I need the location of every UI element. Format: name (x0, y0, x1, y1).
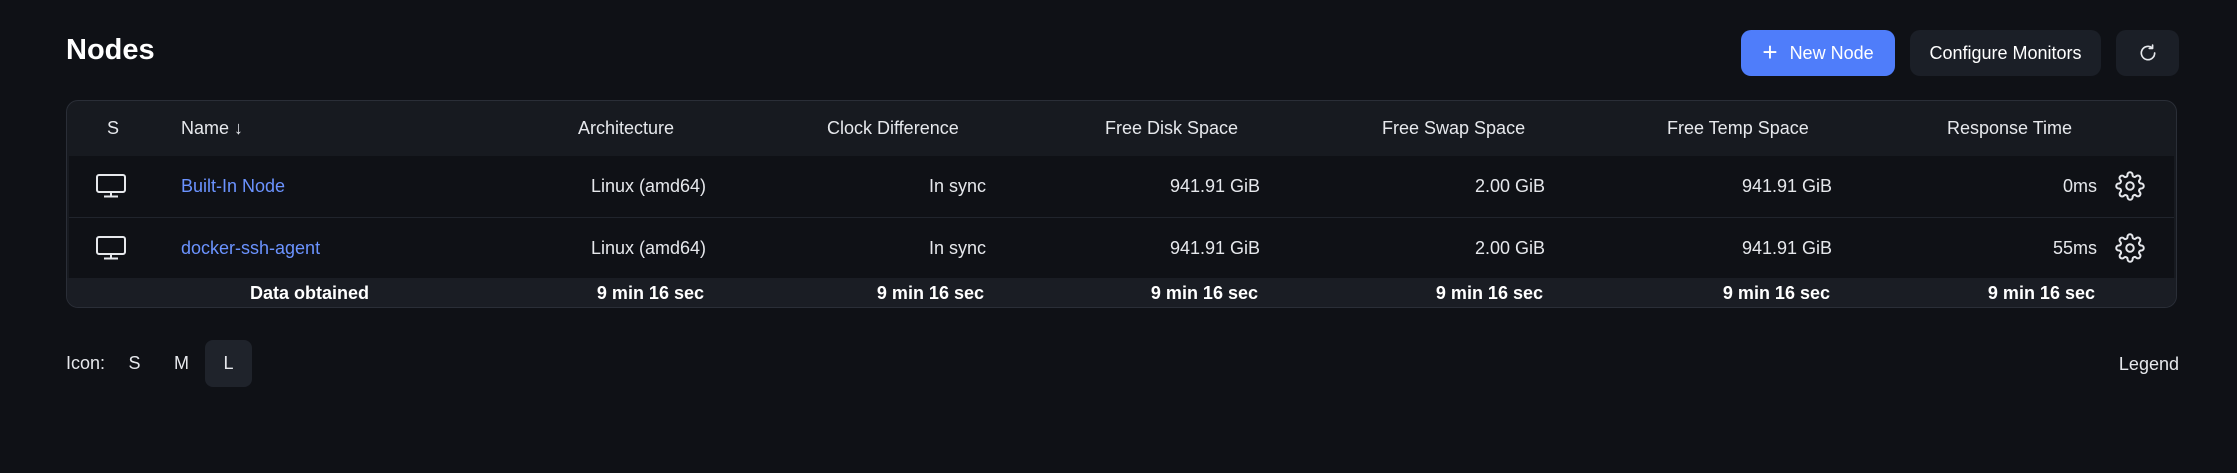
refresh-button[interactable] (2116, 30, 2179, 76)
response-time-cell: 55ms (2052, 238, 2097, 258)
icon-size-m-button[interactable]: M (158, 340, 205, 387)
column-name[interactable]: Name ↓ (181, 118, 243, 139)
table-header: S Name ↓ Architecture Clock Difference F… (67, 101, 2176, 153)
page-title: Nodes (66, 34, 155, 66)
icon-size-label: Icon: (66, 353, 106, 373)
gear-icon[interactable] (2115, 171, 2145, 201)
node-name-link[interactable]: Built-In Node (181, 176, 285, 197)
response-time-cell: 0ms (2062, 176, 2097, 196)
footer-free-swap: 9 min 16 sec (1435, 283, 1543, 303)
icon-size-l-button[interactable]: L (205, 340, 253, 387)
column-free-temp-space[interactable]: Free Temp Space (1667, 118, 1809, 139)
column-response-time[interactable]: Response Time (1947, 118, 2072, 139)
refresh-icon (2140, 44, 2156, 61)
footer-free-temp: 9 min 16 sec (1722, 283, 1830, 303)
footer-clock-difference: 9 min 16 sec (876, 283, 984, 303)
configure-monitors-button[interactable]: Configure Monitors (1910, 30, 2101, 76)
plus-icon: + (1762, 37, 1778, 67)
toolbar-actions: + New Node Configure Monitors (1741, 30, 2179, 76)
column-free-swap-space[interactable]: Free Swap Space (1382, 118, 1525, 139)
clock-difference-cell: In sync (928, 176, 986, 196)
architecture-cell: Linux (amd64) (590, 238, 706, 258)
free-temp-cell: 941.91 GiB (1741, 176, 1832, 196)
computer-icon (96, 236, 126, 260)
nodes-table: S Name ↓ Architecture Clock Difference F… (66, 100, 2177, 308)
computer-icon (96, 174, 126, 198)
column-clock-difference[interactable]: Clock Difference (827, 118, 959, 139)
legend-link[interactable]: Legend (2119, 354, 2179, 375)
table-row: docker-ssh-agent Linux (amd64) In sync 9… (69, 217, 2174, 278)
new-node-label: New Node (1789, 42, 1874, 63)
free-temp-cell: 941.91 GiB (1741, 238, 1832, 258)
clock-difference-cell: In sync (928, 238, 986, 258)
footer-free-disk: 9 min 16 sec (1150, 283, 1258, 303)
architecture-cell: Linux (amd64) (590, 176, 706, 196)
table-row: Built-In Node Linux (amd64) In sync 941.… (69, 156, 2174, 217)
node-name-link[interactable]: docker-ssh-agent (181, 238, 320, 259)
gear-icon[interactable] (2115, 233, 2145, 263)
new-node-button[interactable]: + New Node (1741, 30, 1895, 76)
free-swap-cell: 2.00 GiB (1474, 176, 1545, 196)
column-free-disk-space[interactable]: Free Disk Space (1105, 118, 1238, 139)
column-status[interactable]: S (107, 118, 119, 139)
free-disk-cell: 941.91 GiB (1169, 176, 1260, 196)
table-footer: Data obtained 9 min 16 sec 9 min 16 sec … (67, 278, 2176, 307)
free-disk-cell: 941.91 GiB (1169, 238, 1260, 258)
column-architecture[interactable]: Architecture (578, 118, 674, 139)
footer-label: Data obtained (249, 283, 369, 303)
free-swap-cell: 2.00 GiB (1474, 238, 1545, 258)
icon-size-s-button[interactable]: S (111, 340, 158, 387)
footer-architecture: 9 min 16 sec (596, 283, 704, 303)
footer-response-time: 9 min 16 sec (1987, 283, 2095, 303)
icon-size-selector: Icon: S M L (66, 340, 253, 387)
